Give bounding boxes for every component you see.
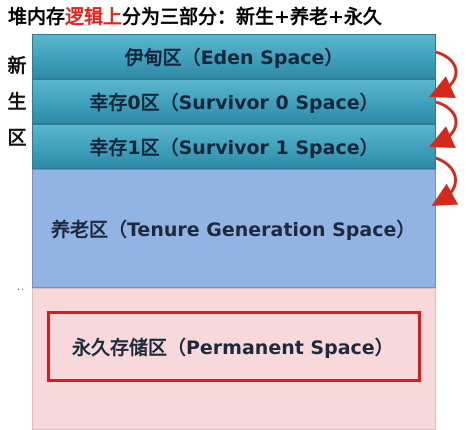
title-prefix: 堆内存	[8, 6, 66, 28]
tenure-generation-label: 养老区（Tenure Generation Space）	[51, 219, 416, 241]
title-suffix: 分为三部分：新生+养老+永久	[122, 6, 382, 28]
eden-space-block: 伊甸区（Eden Space）	[32, 34, 436, 79]
survivor-1-block: 幸存1区（Survivor 1 Space）	[32, 124, 436, 169]
title-highlight: 逻辑上	[65, 6, 123, 28]
eden-to-survivor0-arrow-icon	[429, 50, 458, 98]
survivor0-to-survivor1-arrow-icon	[429, 100, 458, 148]
permanent-space-highlight-box: 永久存储区（Permanent Space）	[47, 311, 421, 382]
page-title: 堆内存逻辑上分为三部分：新生+养老+永久	[8, 4, 382, 30]
survivor1-to-old-arrow-icon	[431, 156, 459, 206]
permanent-space-label: 永久存储区（Permanent Space）	[72, 337, 394, 359]
heap-memory-diagram: 伊甸区（Eden Space） 幸存0区（Survivor 0 Space） 幸…	[32, 34, 436, 430]
tenure-generation-block: 养老区（Tenure Generation Space）	[32, 169, 436, 288]
young-generation-label-char-3: 区	[7, 127, 27, 149]
young-generation-label: 新 生 区	[6, 48, 28, 156]
survivor-0-label: 幸存0区（Survivor 0 Space）	[89, 92, 379, 114]
permanent-space-block: 永久存储区（Permanent Space）	[32, 288, 436, 430]
survivor-0-block: 幸存0区（Survivor 0 Space）	[32, 79, 436, 124]
eden-space-label: 伊甸区（Eden Space）	[124, 47, 344, 69]
young-generation-label-char-1: 新	[7, 55, 27, 77]
survivor-1-label: 幸存1区（Survivor 1 Space）	[89, 137, 379, 159]
young-generation-label-char-2: 生	[7, 91, 27, 113]
promotion-arrows	[429, 50, 459, 206]
dots-marker: ··	[17, 285, 26, 296]
